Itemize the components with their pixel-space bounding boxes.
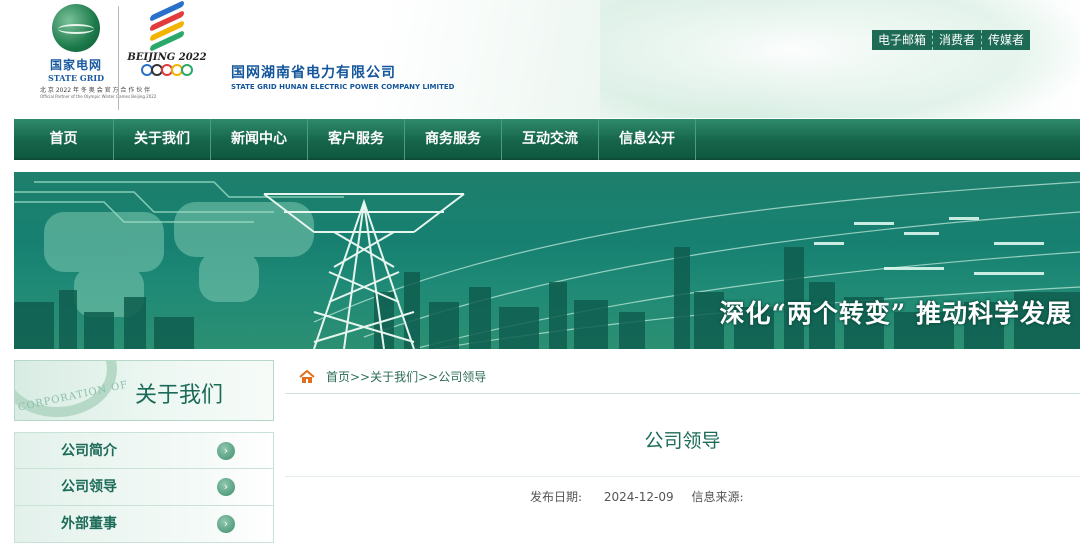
header-glow bbox=[600, 0, 1080, 118]
source-label: 信息来源: bbox=[691, 490, 744, 504]
breadcrumb-text[interactable]: 首页>>关于我们>>公司领导 bbox=[326, 360, 486, 394]
beijing-2022-logo: BEIJING 2022 bbox=[126, 0, 208, 118]
sidebar-menu: 公司简介 › 公司领导 › 外部董事 › bbox=[14, 432, 274, 543]
sidebar-header: CORPORATION OF 关于我们 bbox=[14, 360, 274, 421]
logo-divider bbox=[118, 6, 119, 110]
nav-item-news[interactable]: 新闻中心 bbox=[211, 119, 308, 160]
sidebar-item-external-directors[interactable]: 外部董事 › bbox=[14, 506, 274, 543]
sidebar-item-label: 公司领导 bbox=[61, 479, 117, 495]
company-name: 国网湖南省电力有限公司 STATE GRID HUNAN ELECTRIC PO… bbox=[231, 62, 454, 91]
article-divider bbox=[285, 476, 1080, 477]
arrow-right-icon: › bbox=[217, 442, 235, 460]
main-nav: 首页 关于我们 新闻中心 客户服务 商务服务 互动交流 信息公开 bbox=[14, 119, 1080, 160]
arrow-right-icon: › bbox=[217, 478, 235, 496]
article-meta: 发布日期: 2024-12-09 信息来源: bbox=[530, 488, 744, 505]
nav-item-about[interactable]: 关于我们 bbox=[114, 119, 211, 160]
banner-slogan: 深化“两个转变” 推动科学发展 bbox=[719, 299, 1072, 328]
world-map-dots bbox=[44, 202, 314, 317]
logo-name-cn: 国家电网 bbox=[49, 58, 102, 72]
hero-banner: 深化“两个转变” 推动科学发展 bbox=[14, 172, 1080, 349]
olympic-rings-icon bbox=[126, 64, 208, 76]
nav-item-home[interactable]: 首页 bbox=[14, 119, 114, 160]
sidebar-item-company-leaders[interactable]: 公司领导 › bbox=[14, 469, 274, 506]
company-name-en: STATE GRID HUNAN ELECTRIC POWER COMPANY … bbox=[231, 83, 455, 91]
consumer-link[interactable]: 消费者 bbox=[933, 30, 983, 50]
sidebar-item-label: 外部董事 bbox=[61, 516, 117, 532]
beijing-2022-text: BEIJING 2022 bbox=[127, 52, 207, 63]
site-header: 国家电网 STATE GRID 北 京 2022 年 冬 奥 会 官 方 合 作… bbox=[0, 0, 1080, 118]
article-title: 公司领导 bbox=[644, 430, 721, 452]
nav-item-business-service[interactable]: 商务服务 bbox=[405, 119, 502, 160]
breadcrumb: 首页>>关于我们>>公司领导 bbox=[285, 360, 1080, 394]
nav-item-customer-service[interactable]: 客户服务 bbox=[308, 119, 405, 160]
top-links: 电子邮箱 消费者 传媒者 bbox=[872, 30, 1031, 50]
beijing-2022-emblem-icon bbox=[146, 0, 188, 52]
sidebar-item-company-profile[interactable]: 公司简介 › bbox=[14, 432, 274, 469]
publish-date-label: 发布日期: bbox=[530, 490, 583, 504]
logo-tagline-cn: 北 京 2022 年 冬 奥 会 官 方 合 作 伙 伴 bbox=[40, 87, 151, 94]
sidebar-title: 关于我们 bbox=[135, 383, 224, 408]
company-name-cn: 国网湖南省电力有限公司 bbox=[231, 65, 396, 81]
media-link[interactable]: 传媒者 bbox=[982, 30, 1030, 50]
logo-tagline-en: Official Partner of the Olympic Winter G… bbox=[40, 94, 157, 99]
email-link[interactable]: 电子邮箱 bbox=[872, 30, 934, 50]
home-icon bbox=[299, 370, 315, 383]
sidebar-item-label: 公司简介 bbox=[61, 443, 117, 459]
state-grid-globe-icon bbox=[52, 4, 100, 52]
arrow-right-icon: › bbox=[217, 515, 235, 533]
nav-item-interaction[interactable]: 互动交流 bbox=[502, 119, 599, 160]
nav-item-info-disclosure[interactable]: 信息公开 bbox=[599, 119, 696, 160]
logo-name-en: STATE GRID bbox=[47, 73, 105, 83]
state-grid-logo[interactable]: 国家电网 STATE GRID 北 京 2022 年 冬 奥 会 官 方 合 作… bbox=[40, 4, 157, 116]
publish-date: 2024-12-09 bbox=[603, 490, 674, 504]
